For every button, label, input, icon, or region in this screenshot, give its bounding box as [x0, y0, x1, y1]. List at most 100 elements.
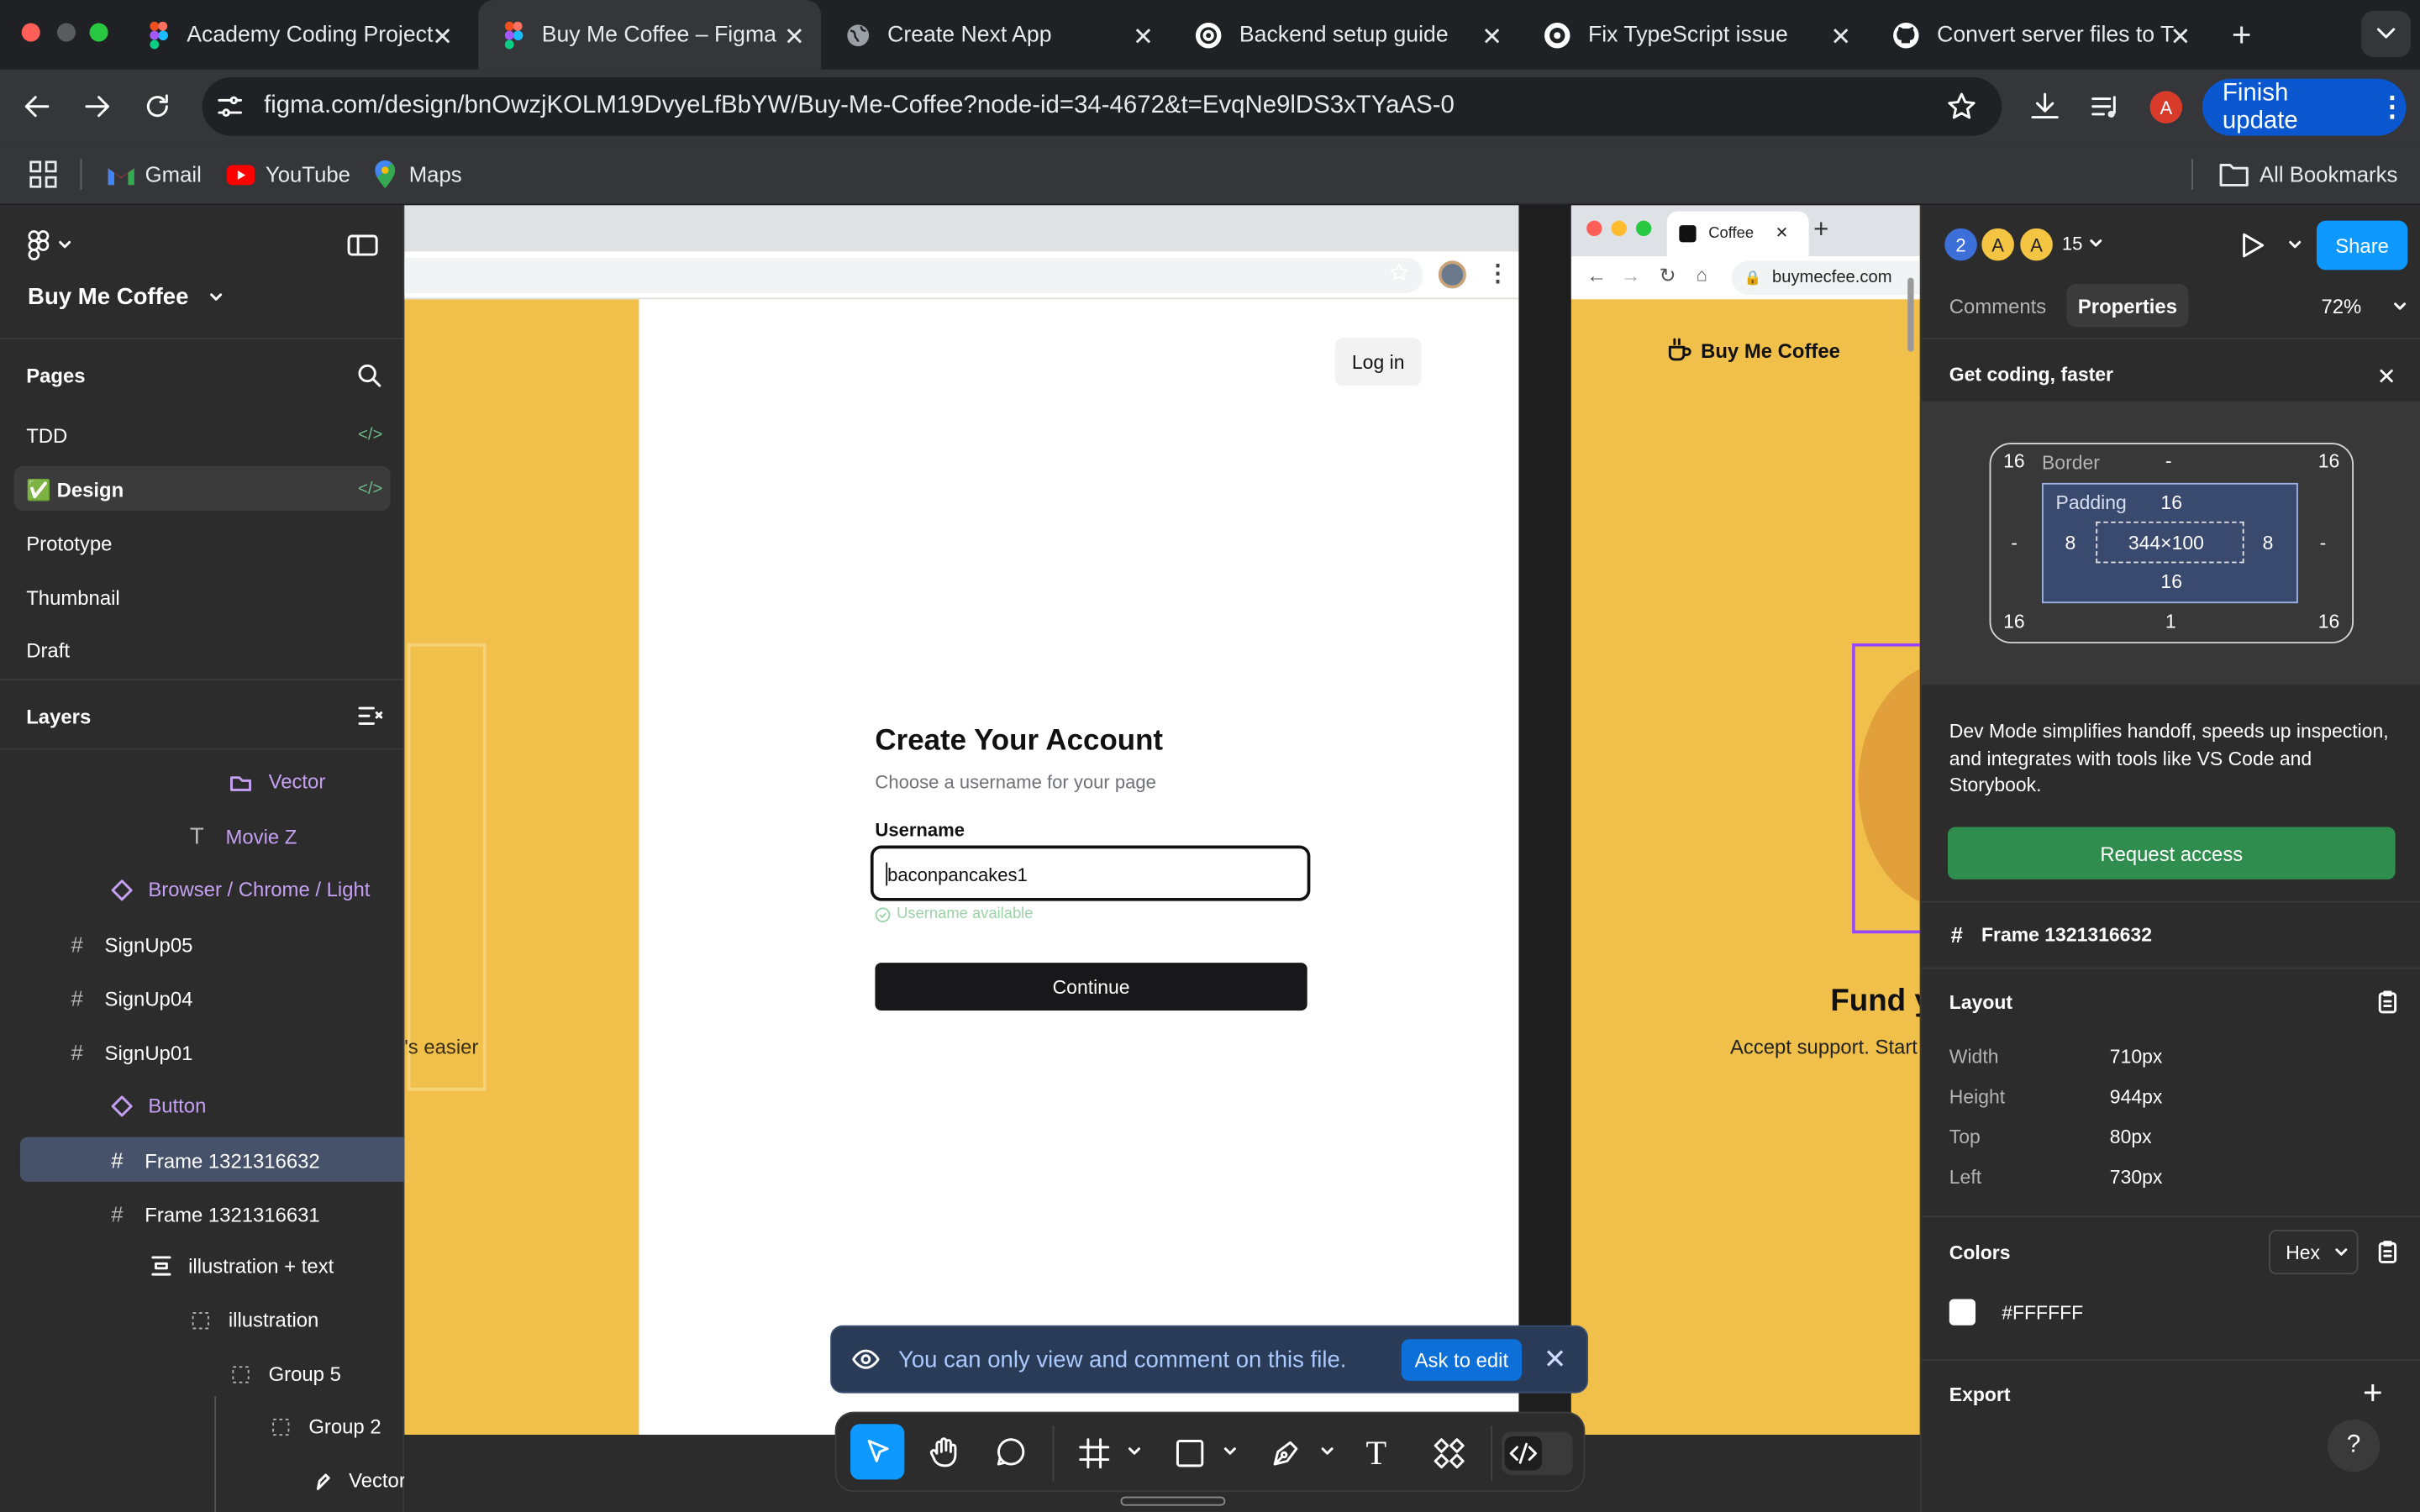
browser-tab[interactable]: Backend setup guide ✕ — [1170, 0, 1518, 70]
chevron-down-icon[interactable] — [1223, 1447, 1237, 1457]
layer-row[interactable]: Group 2 — [271, 1415, 381, 1438]
youtube-icon — [226, 164, 255, 185]
layer-row[interactable]: Button — [111, 1094, 206, 1117]
tab-properties[interactable]: Properties — [2066, 283, 2189, 328]
chevron-down-icon[interactable] — [1321, 1447, 1334, 1457]
frame-tool-icon[interactable] — [1079, 1438, 1110, 1469]
request-access-button[interactable]: Request access — [1947, 827, 2396, 879]
layer-row[interactable]: Vector — [230, 770, 325, 793]
close-window-button[interactable] — [21, 23, 40, 42]
browser-tab[interactable]: Fix TypeScript issue ✕ — [1518, 0, 1867, 70]
all-bookmarks[interactable]: All Bookmarks — [2219, 155, 2397, 195]
username-input[interactable]: baconpancakes1 — [870, 845, 1311, 901]
chevron-down-icon[interactable] — [2289, 240, 2302, 250]
canvas-scrollbar[interactable] — [1907, 277, 1914, 352]
layer-row[interactable]: illustration + text — [151, 1254, 334, 1278]
present-play-icon[interactable] — [2241, 232, 2265, 260]
profile-avatar[interactable]: A — [2149, 91, 2183, 123]
ask-to-edit-button[interactable]: Ask to edit — [1401, 1339, 1523, 1381]
frame-hash-icon: # — [1950, 922, 1963, 948]
bookmark-star-icon[interactable] — [1946, 91, 1977, 122]
collaborator-avatar[interactable]: 2 — [1941, 225, 1981, 265]
back-icon[interactable] — [22, 91, 53, 122]
layer-row[interactable]: # SignUp04 — [71, 986, 192, 1011]
tab-search-button[interactable] — [2361, 10, 2411, 57]
close-tab-icon[interactable]: ✕ — [1830, 22, 1851, 53]
layer-row[interactable]: # SignUp01 — [71, 1040, 192, 1064]
close-tab-icon[interactable]: ✕ — [1481, 22, 1502, 53]
dev-mode-toggle[interactable] — [1502, 1431, 1573, 1475]
minimize-window-button[interactable] — [56, 23, 76, 42]
page-item-draft[interactable]: Draft — [26, 638, 70, 662]
signup-frame[interactable]: ⋮ 's easier Log in Create Your Account C… — [404, 205, 1519, 1436]
bookmark-youtube[interactable]: YouTube — [226, 155, 350, 195]
continue-button[interactable]: Continue — [875, 963, 1307, 1011]
layer-row[interactable]: # Frame 1321316631 — [111, 1202, 319, 1226]
tab-comments[interactable]: Comments — [1949, 295, 2046, 318]
layer-row[interactable]: Vector — [313, 1469, 406, 1492]
layer-row[interactable]: # SignUp05 — [71, 932, 192, 956]
copy-clipboard-icon[interactable] — [2377, 1239, 2399, 1263]
viewer-count[interactable]: 15 — [2062, 233, 2102, 255]
close-tab-icon[interactable]: ✕ — [432, 22, 453, 53]
help-button[interactable]: ? — [2327, 1419, 2381, 1473]
login-button[interactable]: Log in — [1334, 338, 1422, 386]
site-settings-icon[interactable] — [216, 92, 244, 120]
close-banner-icon[interactable]: ✕ — [1544, 1344, 1567, 1377]
color-value[interactable]: #FFFFFF — [2002, 1302, 2083, 1324]
text-tool-icon[interactable]: T — [1366, 1433, 1387, 1473]
bookmark-gmail[interactable]: Gmail — [108, 155, 202, 195]
pen-tool-icon[interactable] — [1269, 1436, 1302, 1470]
figma-canvas[interactable]: ⋮ 's easier Log in Create Your Account C… — [404, 205, 1920, 1436]
browser-tab[interactable]: Convert server files to T ✕ — [1867, 0, 2216, 70]
page-item-prototype[interactable]: Prototype — [26, 533, 112, 556]
chevron-down-icon[interactable] — [1128, 1447, 1141, 1457]
comment-tool-icon[interactable] — [996, 1436, 1027, 1467]
browser-tab-active[interactable]: Buy Me Coffee – Figma ✕ — [478, 0, 822, 70]
landing-frame[interactable]: Coffee ✕ + ← → ↻ ⌂ 🔒 buymecfee.com Buy M… — [1570, 205, 1920, 1436]
reload-icon[interactable] — [142, 91, 173, 122]
page-item-tdd[interactable]: TDD — [26, 424, 67, 448]
zoom-window-button[interactable] — [89, 23, 108, 42]
close-tab-icon[interactable]: ✕ — [2170, 22, 2191, 53]
search-icon[interactable] — [356, 363, 381, 387]
layer-row[interactable]: # Frame 1321316632 — [111, 1148, 319, 1173]
sidebar-toggle-icon[interactable] — [347, 233, 378, 257]
file-name[interactable]: Buy Me Coffee — [28, 284, 223, 310]
bookmarks-divider — [2191, 159, 2193, 190]
mock-reload-icon: ↻ — [1659, 264, 1676, 287]
collaborator-avatar[interactable]: A — [1978, 225, 2018, 265]
apps-grid-icon[interactable] — [29, 160, 57, 188]
copy-clipboard-icon[interactable] — [2377, 989, 2399, 1014]
horizontal-scroll-handle[interactable] — [1120, 1496, 1226, 1506]
zoom-dropdown[interactable]: 72% — [2321, 295, 2407, 318]
media-control-icon[interactable] — [2088, 90, 2122, 123]
hand-tool-icon[interactable] — [928, 1435, 961, 1468]
collaborator-avatar[interactable]: A — [2017, 225, 2056, 265]
browser-tab[interactable]: Academy Coding Project ✕ — [124, 0, 472, 70]
components-tool-icon[interactable] — [1432, 1436, 1465, 1470]
share-button[interactable]: Share — [2316, 220, 2408, 270]
finish-update-button[interactable]: Finish update ⋮ — [2202, 78, 2407, 136]
rectangle-tool-icon[interactable] — [1175, 1438, 1206, 1469]
page-item-design[interactable]: ✅ Design — [26, 478, 124, 502]
forward-icon[interactable] — [82, 91, 113, 122]
close-tab-icon[interactable]: ✕ — [1133, 22, 1154, 53]
layer-row[interactable]: T Movie Z — [190, 824, 297, 850]
move-tool-button[interactable] — [850, 1424, 905, 1480]
figma-main-menu[interactable] — [28, 230, 71, 261]
layer-row[interactable]: illustration — [192, 1309, 318, 1331]
browser-tab[interactable]: Create Next App ✕ — [821, 0, 1170, 70]
layers-filter-icon[interactable] — [358, 705, 383, 727]
close-tab-icon[interactable]: ✕ — [784, 22, 805, 53]
download-icon[interactable] — [2028, 90, 2061, 123]
close-icon[interactable]: ✕ — [2377, 363, 2396, 390]
address-bar[interactable]: figma.com/design/bnOwzjKOLM19DvyeLfBbYW/… — [202, 76, 2002, 136]
layer-row[interactable]: Group 5 — [232, 1362, 341, 1385]
new-tab-icon[interactable]: + — [2232, 15, 2252, 55]
layer-row[interactable]: Browser / Chrome / Light — [111, 878, 370, 901]
add-export-icon[interactable]: + — [2363, 1373, 2383, 1414]
page-item-thumbnail[interactable]: Thumbnail — [26, 586, 119, 610]
color-format-select[interactable]: Hex — [2268, 1229, 2359, 1275]
bookmark-maps[interactable]: Maps — [375, 155, 462, 195]
